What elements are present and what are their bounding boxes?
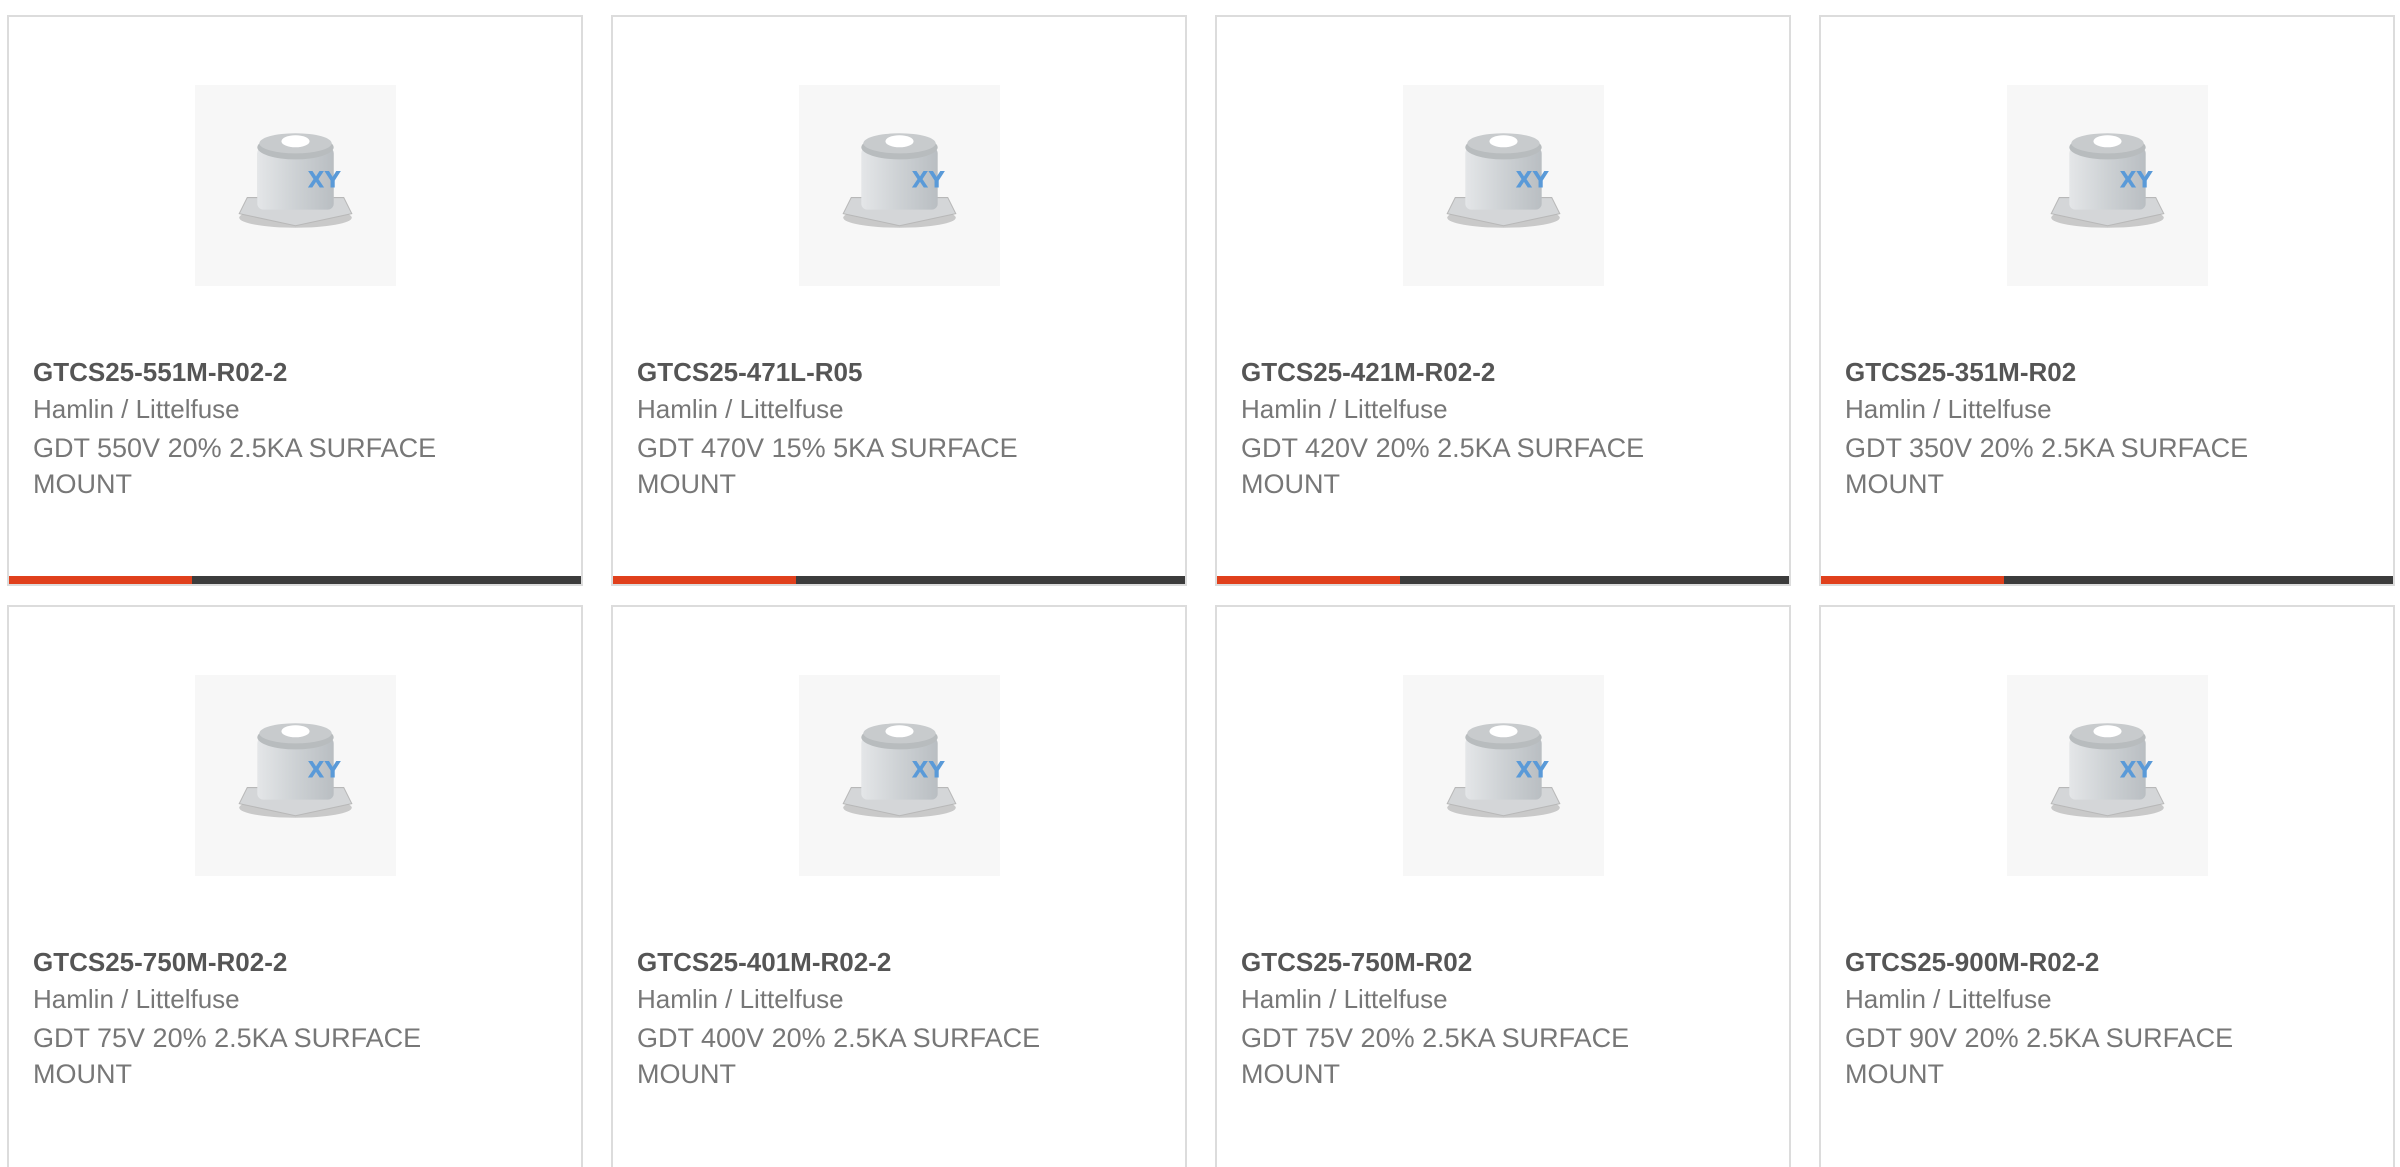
gas-discharge-tube-icon: XY bbox=[2050, 133, 2165, 228]
svg-text:XY: XY bbox=[2120, 758, 2154, 784]
gas-discharge-tube-icon: XY bbox=[2050, 723, 2165, 818]
card-bottom-bar bbox=[1217, 576, 1789, 584]
svg-text:XY: XY bbox=[912, 168, 946, 194]
manufacturer: Hamlin / Littelfuse bbox=[637, 984, 844, 1014]
card-accent bbox=[1821, 576, 2004, 584]
gas-discharge-tube-image[interactable]: XY bbox=[799, 85, 1000, 286]
manufacturer: Hamlin / Littelfuse bbox=[1845, 394, 2052, 424]
gas-discharge-tube-image[interactable]: XY bbox=[2007, 675, 2208, 876]
product-card[interactable]: XY GTCS25-471L-R05 Hamlin / Littelfuse G… bbox=[611, 15, 1187, 586]
gas-discharge-tube-icon: XY bbox=[842, 133, 957, 228]
card-bottom-bar bbox=[9, 576, 581, 584]
product-description: GDT 75V 20% 2.5KA SURFACE MOUNT bbox=[1241, 1023, 1630, 1089]
manufacturer: Hamlin / Littelfuse bbox=[637, 394, 844, 424]
product-description: GDT 550V 20% 2.5KA SURFACE MOUNT bbox=[33, 433, 437, 499]
product-description: GDT 350V 20% 2.5KA SURFACE MOUNT bbox=[1845, 433, 2249, 499]
manufacturer: Hamlin / Littelfuse bbox=[1241, 984, 1448, 1014]
svg-text:XY: XY bbox=[1516, 758, 1550, 784]
part-number[interactable]: GTCS25-551M-R02-2 bbox=[33, 357, 287, 388]
part-number[interactable]: GTCS25-750M-R02 bbox=[1241, 947, 1472, 978]
svg-text:XY: XY bbox=[2120, 168, 2154, 194]
product-card[interactable]: XY GTCS25-351M-R02 Hamlin / Littelfuse G… bbox=[1819, 15, 2395, 586]
product-card[interactable]: XY GTCS25-750M-R02-2 Hamlin / Littelfuse… bbox=[7, 605, 583, 1167]
product-card[interactable]: XY GTCS25-750M-R02 Hamlin / Littelfuse G… bbox=[1215, 605, 1791, 1167]
manufacturer: Hamlin / Littelfuse bbox=[33, 984, 240, 1014]
svg-text:XY: XY bbox=[1516, 168, 1550, 194]
gas-discharge-tube-image[interactable]: XY bbox=[1403, 85, 1604, 286]
card-bottom-bar bbox=[1821, 576, 2393, 584]
gas-discharge-tube-image[interactable]: XY bbox=[195, 675, 396, 876]
part-number[interactable]: GTCS25-351M-R02 bbox=[1845, 357, 2076, 388]
part-number[interactable]: GTCS25-900M-R02-2 bbox=[1845, 947, 2099, 978]
product-card[interactable]: XY GTCS25-900M-R02-2 Hamlin / Littelfuse… bbox=[1819, 605, 2395, 1167]
part-number[interactable]: GTCS25-471L-R05 bbox=[637, 357, 862, 388]
gas-discharge-tube-icon: XY bbox=[238, 133, 353, 228]
gas-discharge-tube-image[interactable]: XY bbox=[195, 85, 396, 286]
product-description: GDT 400V 20% 2.5KA SURFACE MOUNT bbox=[637, 1023, 1041, 1089]
gas-discharge-tube-icon: XY bbox=[842, 723, 957, 818]
product-description: GDT 470V 15% 5KA SURFACE MOUNT bbox=[637, 433, 1018, 499]
gas-discharge-tube-icon: XY bbox=[1446, 133, 1561, 228]
manufacturer: Hamlin / Littelfuse bbox=[1845, 984, 2052, 1014]
manufacturer: Hamlin / Littelfuse bbox=[33, 394, 240, 424]
product-description: GDT 420V 20% 2.5KA SURFACE MOUNT bbox=[1241, 433, 1645, 499]
part-number[interactable]: GTCS25-401M-R02-2 bbox=[637, 947, 891, 978]
card-accent bbox=[9, 576, 192, 584]
card-bottom-bar bbox=[613, 576, 1185, 584]
product-card[interactable]: XY GTCS25-401M-R02-2 Hamlin / Littelfuse… bbox=[611, 605, 1187, 1167]
gas-discharge-tube-image[interactable]: XY bbox=[1403, 675, 1604, 876]
svg-text:XY: XY bbox=[308, 168, 342, 194]
product-description: GDT 90V 20% 2.5KA SURFACE MOUNT bbox=[1845, 1023, 2234, 1089]
svg-text:XY: XY bbox=[912, 758, 946, 784]
manufacturer: Hamlin / Littelfuse bbox=[1241, 394, 1448, 424]
part-number[interactable]: GTCS25-421M-R02-2 bbox=[1241, 357, 1495, 388]
product-description: GDT 75V 20% 2.5KA SURFACE MOUNT bbox=[33, 1023, 422, 1089]
part-number[interactable]: GTCS25-750M-R02-2 bbox=[33, 947, 287, 978]
gas-discharge-tube-icon: XY bbox=[1446, 723, 1561, 818]
card-accent bbox=[613, 576, 796, 584]
card-accent bbox=[1217, 576, 1400, 584]
product-card[interactable]: XY GTCS25-551M-R02-2 Hamlin / Littelfuse… bbox=[7, 15, 583, 586]
gas-discharge-tube-image[interactable]: XY bbox=[2007, 85, 2208, 286]
gas-discharge-tube-image[interactable]: XY bbox=[799, 675, 1000, 876]
svg-text:XY: XY bbox=[308, 758, 342, 784]
gas-discharge-tube-icon: XY bbox=[238, 723, 353, 818]
product-card[interactable]: XY GTCS25-421M-R02-2 Hamlin / Littelfuse… bbox=[1215, 15, 1791, 586]
